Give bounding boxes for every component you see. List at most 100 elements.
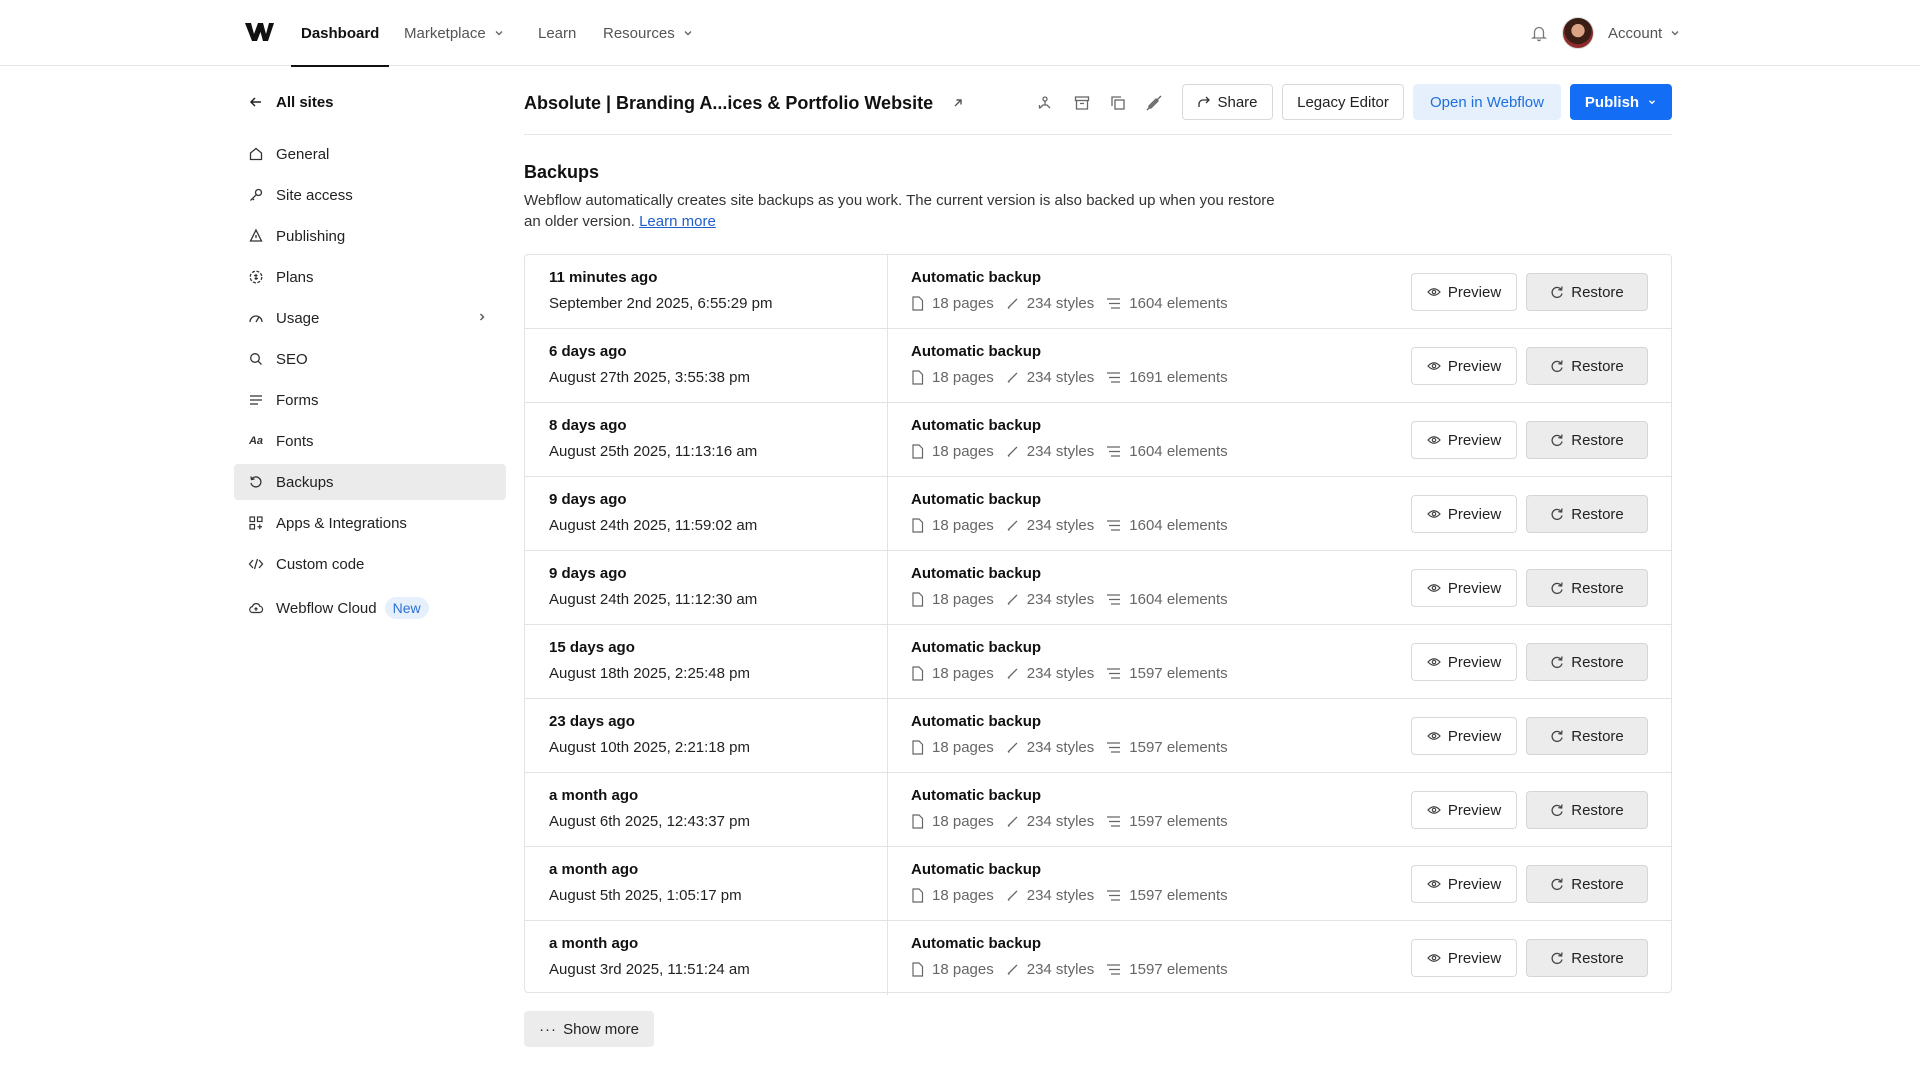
backup-date: August 24th 2025, 11:59:02 am bbox=[549, 517, 758, 534]
elements-count-text: 1604 elements bbox=[1129, 517, 1228, 534]
restore-button[interactable]: Restore bbox=[1526, 421, 1648, 459]
brush-icon bbox=[1007, 816, 1018, 827]
nav-dashboard[interactable]: Dashboard bbox=[290, 0, 390, 67]
page-title: Absolute | Branding A...ices & Portfolio… bbox=[524, 90, 965, 116]
pages-count: 18 pages bbox=[911, 739, 994, 756]
column-divider bbox=[887, 699, 888, 772]
bell-icon[interactable] bbox=[1530, 24, 1548, 42]
restore-button[interactable]: Restore bbox=[1526, 643, 1648, 681]
brush-icon bbox=[1007, 890, 1018, 901]
open-in-webflow-button[interactable]: Open in Webflow bbox=[1413, 84, 1561, 120]
sidebar-item-seo[interactable]: SEO bbox=[234, 341, 506, 377]
styles-count: 234 styles bbox=[1006, 739, 1095, 756]
sidebar-item-apps-integrations[interactable]: Apps & Integrations bbox=[234, 505, 506, 541]
restore-button[interactable]: Restore bbox=[1526, 939, 1648, 977]
duplicate-icon[interactable] bbox=[1108, 93, 1128, 113]
styles-count: 234 styles bbox=[1006, 961, 1094, 978]
account-menu[interactable]: Account bbox=[1608, 0, 1681, 66]
sidebar-item-custom-code[interactable]: Custom code bbox=[234, 546, 506, 582]
pages-count-text: 18 pages bbox=[932, 961, 994, 978]
preview-button[interactable]: Preview bbox=[1411, 717, 1517, 755]
pages-count: 18 pages bbox=[911, 887, 994, 904]
chevron-down-icon bbox=[495, 31, 503, 36]
preview-button[interactable]: Preview bbox=[1411, 347, 1517, 385]
nav-marketplace[interactable]: Marketplace bbox=[404, 0, 505, 66]
nav-resources[interactable]: Resources bbox=[603, 0, 694, 66]
backup-type: Automatic backup bbox=[911, 639, 1042, 656]
backup-type: Automatic backup bbox=[911, 713, 1042, 730]
styles-count-text: 234 styles bbox=[1026, 739, 1095, 756]
sidebar-item-webflow-cloud[interactable]: Webflow Cloud New bbox=[234, 590, 506, 626]
brush-icon bbox=[1007, 668, 1018, 679]
restore-icon bbox=[1551, 434, 1563, 447]
code-icon bbox=[248, 556, 264, 572]
preview-label: Preview bbox=[1447, 727, 1502, 745]
restore-button[interactable]: Restore bbox=[1526, 791, 1648, 829]
column-divider bbox=[887, 255, 888, 328]
backup-meta: 18 pages 234 styles 1691 elements bbox=[911, 369, 1240, 386]
preview-button[interactable]: Preview bbox=[1411, 569, 1517, 607]
table-row: a month ago August 6th 2025, 12:43:37 pm A… bbox=[525, 773, 1671, 847]
preview-button[interactable]: Preview bbox=[1411, 495, 1517, 533]
share-button[interactable]: Share bbox=[1182, 84, 1273, 120]
sidebar-item-fonts[interactable]: Aa Fonts bbox=[234, 423, 506, 459]
backup-meta: 18 pages 234 styles 1597 elements bbox=[911, 961, 1240, 978]
sidebar-item-label: Webflow Cloud bbox=[276, 599, 377, 617]
sidebar-item-forms[interactable]: Forms bbox=[234, 382, 506, 418]
preview-button[interactable]: Preview bbox=[1411, 791, 1517, 829]
backup-relative-time: 6 days ago bbox=[549, 343, 627, 360]
backup-meta: 18 pages 234 styles 1597 elements bbox=[911, 665, 1240, 682]
backup-relative-time: a month ago bbox=[549, 935, 639, 952]
show-more-button[interactable]: ··· Show more bbox=[524, 1011, 654, 1047]
elements-icon bbox=[1107, 816, 1121, 827]
elements-count: 1604 elements bbox=[1106, 443, 1228, 460]
pages-count-text: 18 pages bbox=[932, 591, 994, 608]
styles-count: 234 styles bbox=[1006, 591, 1094, 608]
new-badge: New bbox=[384, 597, 429, 619]
column-divider bbox=[887, 625, 888, 698]
publish-button[interactable]: Publish bbox=[1570, 84, 1672, 120]
disable-icon[interactable] bbox=[1144, 93, 1164, 113]
sidebar-item-usage[interactable]: Usage bbox=[234, 300, 506, 336]
preview-button[interactable]: Preview bbox=[1411, 865, 1517, 903]
all-sites-back-link[interactable]: All sites bbox=[248, 90, 334, 114]
restore-button[interactable]: Restore bbox=[1526, 347, 1648, 385]
sidebar-item-label: Site access bbox=[276, 186, 353, 204]
sidebar-item-plans[interactable]: Plans bbox=[234, 259, 506, 295]
sidebar-item-publishing[interactable]: Publishing bbox=[234, 218, 506, 254]
styles-count-text: 234 styles bbox=[1026, 813, 1095, 830]
restore-button[interactable]: Restore bbox=[1526, 495, 1648, 533]
restore-button[interactable]: Restore bbox=[1526, 569, 1648, 607]
learn-more-link[interactable]: Learn more bbox=[639, 213, 716, 230]
backup-meta: 18 pages 234 styles 1604 elements bbox=[911, 443, 1240, 460]
more-dots-icon: ··· bbox=[539, 1020, 558, 1038]
legacy-editor-button[interactable]: Legacy Editor bbox=[1282, 84, 1404, 120]
transfer-icon[interactable] bbox=[1035, 93, 1055, 113]
nav-learn[interactable]: Learn bbox=[538, 0, 576, 66]
sidebar-item-general[interactable]: General bbox=[234, 136, 506, 172]
webflow-logo-icon[interactable] bbox=[244, 20, 274, 44]
preview-button[interactable]: Preview bbox=[1411, 939, 1517, 977]
preview-button[interactable]: Preview bbox=[1411, 643, 1517, 681]
restore-label: Restore bbox=[1571, 949, 1624, 967]
archive-icon[interactable] bbox=[1072, 93, 1092, 113]
elements-count-text: 1597 elements bbox=[1129, 961, 1228, 978]
pages-count-text: 18 pages bbox=[932, 517, 994, 534]
preview-button[interactable]: Preview bbox=[1411, 421, 1517, 459]
sidebar-item-backups[interactable]: Backups bbox=[234, 464, 506, 500]
sidebar-item-site-access[interactable]: Site access bbox=[234, 177, 506, 213]
restore-button[interactable]: Restore bbox=[1526, 717, 1648, 755]
styles-count: 234 styles bbox=[1006, 665, 1094, 682]
avatar[interactable] bbox=[1562, 17, 1594, 49]
restore-button[interactable]: Restore bbox=[1526, 273, 1648, 311]
fonts-icon: Aa bbox=[248, 435, 264, 447]
preview-button[interactable]: Preview bbox=[1411, 273, 1517, 311]
elements-icon bbox=[1107, 742, 1121, 753]
external-link-icon[interactable] bbox=[951, 96, 965, 110]
pages-count: 18 pages bbox=[911, 443, 994, 460]
backup-relative-time: a month ago bbox=[549, 787, 639, 804]
restore-button[interactable]: Restore bbox=[1526, 865, 1648, 903]
backup-meta: 18 pages 234 styles 1604 elements bbox=[911, 591, 1240, 608]
pages-count-text: 18 pages bbox=[932, 887, 994, 904]
backup-meta: 18 pages 234 styles 1604 elements bbox=[911, 295, 1240, 312]
